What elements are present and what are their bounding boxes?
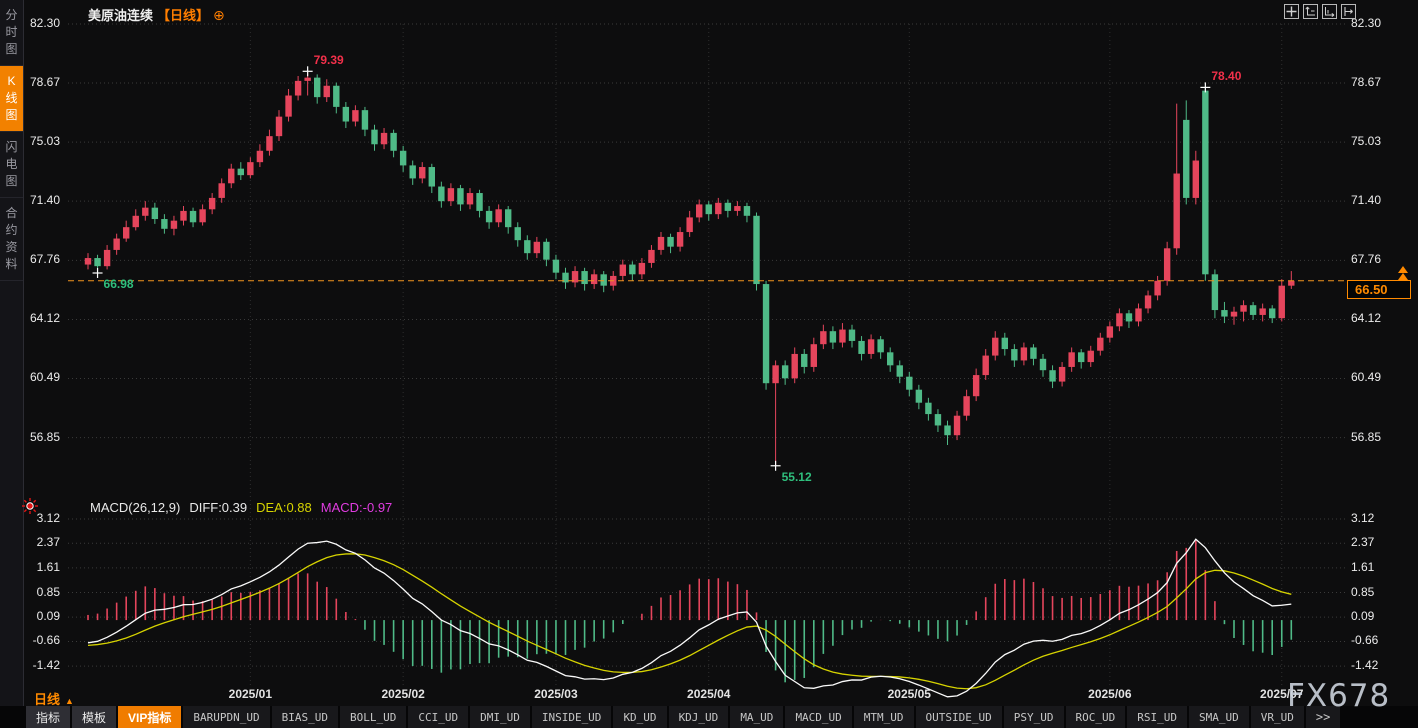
- tab-模板[interactable]: 模板: [72, 706, 116, 728]
- tab-CCI_UD[interactable]: CCI_UD: [408, 706, 468, 728]
- chevron-up-icon: ▲: [65, 696, 74, 706]
- tab-MACD_UD[interactable]: MACD_UD: [785, 706, 851, 728]
- axis-label: 60.49: [1351, 370, 1381, 384]
- fit-x-axis-button[interactable]: [1322, 4, 1337, 19]
- crosshair-move-icon: [1286, 6, 1297, 17]
- tab-RSI_UD[interactable]: RSI_UD: [1127, 706, 1187, 728]
- sidebar-item-timeshare[interactable]: 分时图: [0, 0, 23, 66]
- sidebar-item-kline[interactable]: K线图: [0, 66, 23, 132]
- tab-DMI_UD[interactable]: DMI_UD: [470, 706, 530, 728]
- axis-label: -1.42: [1351, 658, 1378, 672]
- price-marker-arrow-icon: [1398, 273, 1408, 280]
- fit-x-axis-icon: [1324, 6, 1335, 17]
- tab-BARUPDN_UD[interactable]: BARUPDN_UD: [183, 706, 269, 728]
- tab-BOLL_UD[interactable]: BOLL_UD: [340, 706, 406, 728]
- tab-ROC_UD[interactable]: ROC_UD: [1066, 706, 1126, 728]
- period-tag: 【日线】: [157, 8, 209, 23]
- tab-指标[interactable]: 指标: [26, 706, 70, 728]
- trading-app-window: 分时图K线图闪电图合约资料 美原油连续【日线】 ⊕: [0, 0, 1418, 728]
- axis-label: 2.37: [1351, 535, 1374, 549]
- tab-KDJ_UD[interactable]: KDJ_UD: [669, 706, 729, 728]
- tab-MA_UD[interactable]: MA_UD: [730, 706, 783, 728]
- price-annotation-55.12: 55.12: [782, 470, 812, 484]
- chart-type-sidebar: 分时图K线图闪电图合约资料: [0, 0, 24, 728]
- period-label: 日线: [34, 692, 60, 707]
- tab-PSY_UD[interactable]: PSY_UD: [1004, 706, 1064, 728]
- axis-label: 2025/03: [524, 687, 588, 701]
- tab-KD_UD[interactable]: KD_UD: [613, 706, 666, 728]
- macd-value: MACD:-0.97: [321, 500, 393, 515]
- indicator-tab-bar: 指标模板VIP指标BARUPDN_UDBIAS_UDBOLL_UDCCI_UDD…: [0, 706, 1418, 728]
- axis-label: 56.85: [1351, 430, 1381, 444]
- fit-y-axis-button[interactable]: [1303, 4, 1318, 19]
- axis-label: 3.12: [1351, 511, 1374, 525]
- sidebar-item-contract-info[interactable]: 合约资料: [0, 198, 23, 281]
- axis-label: 67.76: [1351, 252, 1381, 266]
- macd-name: MACD(26,12,9): [90, 500, 180, 515]
- add-indicator-icon[interactable]: ⊕: [213, 7, 225, 23]
- price-annotation-66.98: 66.98: [104, 277, 134, 291]
- price-annotation-79.39: 79.39: [314, 53, 344, 67]
- tab-OUTSIDE_UD[interactable]: OUTSIDE_UD: [916, 706, 1002, 728]
- axis-label: 0.85: [1351, 585, 1374, 599]
- tab-VIP指标[interactable]: VIP指标: [118, 706, 181, 728]
- tab-BIAS_UD[interactable]: BIAS_UD: [272, 706, 338, 728]
- fit-y-axis-icon: [1305, 6, 1316, 17]
- chart-canvas[interactable]: [0, 0, 1418, 728]
- axis-label: 2025/06: [1078, 687, 1142, 701]
- axis-label: 64.12: [1351, 311, 1381, 325]
- axis-label: 2025/05: [877, 687, 941, 701]
- watermark: FX678: [1287, 678, 1390, 714]
- axis-label: 75.03: [1351, 134, 1381, 148]
- price-marker-arrow-icon: [1398, 266, 1408, 273]
- chart-title: 美原油连续【日线】 ⊕: [88, 5, 225, 24]
- axis-label: 2025/04: [677, 687, 741, 701]
- chart-toolbar: [1284, 4, 1356, 19]
- sidebar-item-lightning[interactable]: 闪电图: [0, 132, 23, 198]
- axis-label: 78.67: [1351, 75, 1381, 89]
- pan-right-icon: [1343, 6, 1354, 17]
- macd-header: MACD(26,12,9) DIFF:0.39 DEA:0.88 MACD:-0.97: [90, 500, 401, 515]
- pan-right-button[interactable]: [1341, 4, 1356, 19]
- axis-label: 0.09: [1351, 609, 1374, 623]
- macd-diff-value: DIFF:0.39: [189, 500, 247, 515]
- crosshair-move-button[interactable]: [1284, 4, 1299, 19]
- axis-label: 2025/02: [371, 687, 435, 701]
- tab-MTM_UD[interactable]: MTM_UD: [854, 706, 914, 728]
- macd-dea-value: DEA:0.88: [256, 500, 312, 515]
- symbol-name: 美原油连续: [88, 8, 153, 23]
- indicator-live-icon: [21, 497, 39, 520]
- axis-label: -0.66: [1351, 633, 1378, 647]
- axis-label: 2025/01: [218, 687, 282, 701]
- tab-INSIDE_UD[interactable]: INSIDE_UD: [532, 706, 612, 728]
- last-price-box: 66.50: [1347, 280, 1411, 299]
- axis-label: 71.40: [1351, 193, 1381, 207]
- price-annotation-78.40: 78.40: [1211, 69, 1241, 83]
- tab-SMA_UD[interactable]: SMA_UD: [1189, 706, 1249, 728]
- axis-label: 1.61: [1351, 560, 1374, 574]
